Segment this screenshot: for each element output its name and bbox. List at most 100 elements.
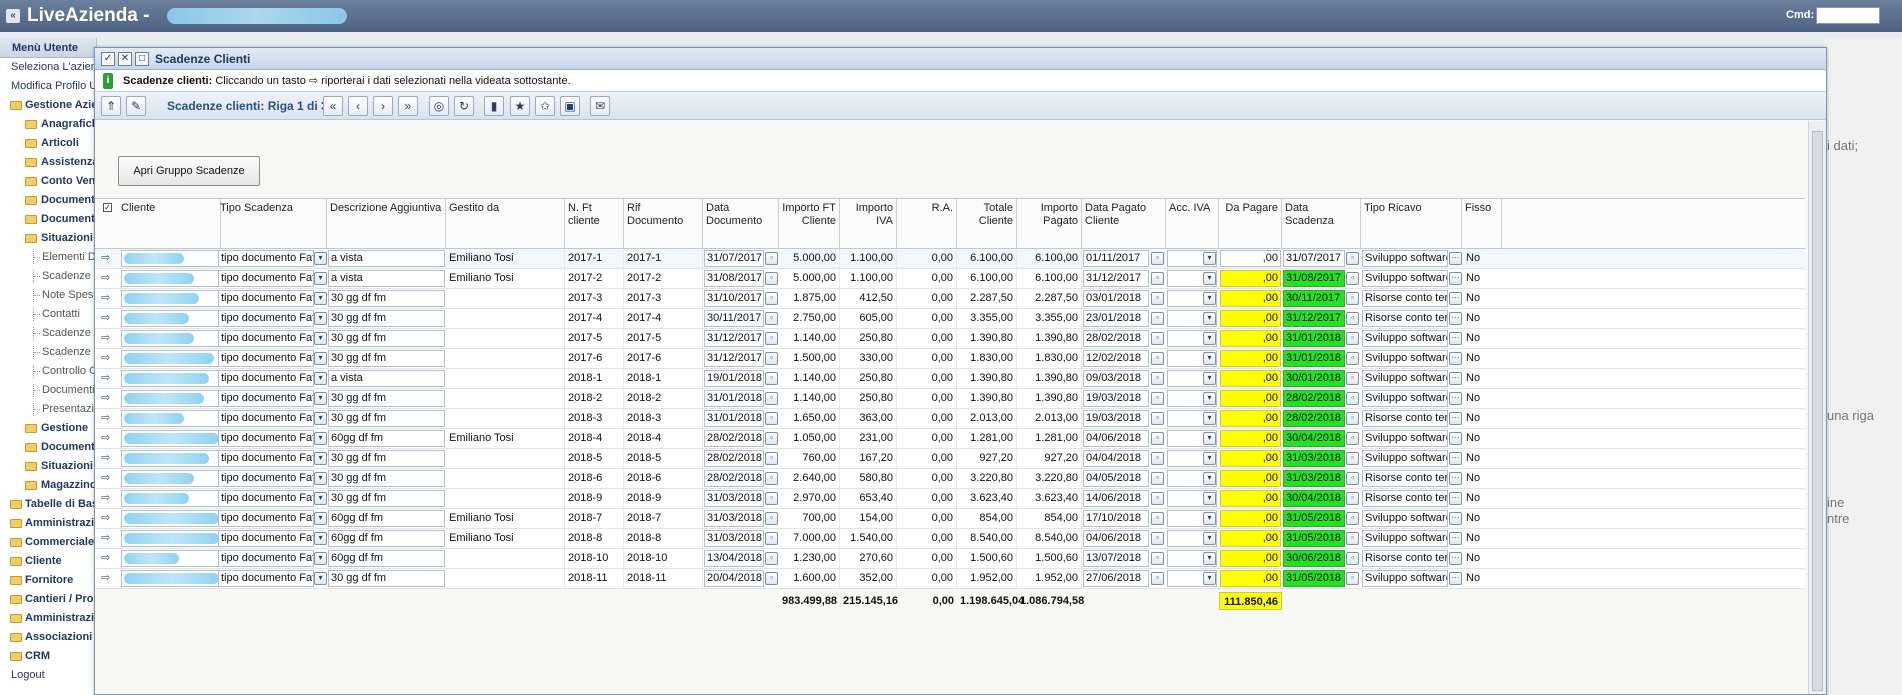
calendar-icon[interactable]: ▫	[1151, 252, 1164, 265]
select-row-arrow-icon[interactable]: ⇨	[101, 353, 110, 364]
tipo-ricavo-field[interactable]: Risorse conto terzi	[1362, 310, 1448, 327]
edit-pencil-icon[interactable]: ✎	[126, 96, 146, 116]
tipo-ricavo-field[interactable]: Sviluppo software clie	[1362, 390, 1448, 407]
previous-record-icon[interactable]: ‹	[348, 96, 368, 116]
descrizione-field[interactable]: 60gg df fm	[328, 550, 445, 567]
sidebar-item[interactable]: Scadenze Clienti	[0, 267, 96, 286]
calendar-icon[interactable]: ▫	[1151, 572, 1164, 585]
column-header-ricavo[interactable]: Tipo Ricavo	[1361, 199, 1462, 248]
refresh-icon[interactable]: ↻	[454, 96, 474, 116]
select-row-arrow-icon[interactable]: ⇨	[101, 433, 110, 444]
calendar-icon[interactable]: ▫	[765, 492, 778, 505]
calendar-icon[interactable]: ▫	[765, 412, 778, 425]
calendar-icon[interactable]: ▫	[1346, 292, 1359, 305]
descrizione-field[interactable]: a vista	[328, 270, 445, 287]
chevron-down-icon[interactable]: ▾	[314, 512, 327, 525]
calendar-icon[interactable]: ▫	[1151, 532, 1164, 545]
column-header-ra[interactable]: R.A.	[897, 199, 957, 248]
chevron-down-icon[interactable]: ▾	[1203, 332, 1216, 345]
data-pagato-field[interactable]: 19/03/2018	[1083, 410, 1149, 427]
data-pagato-field[interactable]: 14/06/2018	[1083, 490, 1149, 507]
data-scadenza-field[interactable]: 31/01/2018	[1283, 330, 1345, 347]
chevron-down-icon[interactable]: ▾	[1203, 552, 1216, 565]
tipo-scadenza-select[interactable]: tipo documento Fattura	[218, 430, 314, 447]
calendar-icon[interactable]: ▫	[1346, 432, 1359, 445]
calendar-icon[interactable]: ▫	[1151, 452, 1164, 465]
table-row[interactable]: ⇨···tipo documento Fattura▾30 gg df fm20…	[95, 469, 1805, 489]
data-documento-field[interactable]: 20/04/2018	[704, 570, 764, 587]
data-documento-field[interactable]: 31/08/2017	[704, 270, 764, 287]
data-scadenza-field[interactable]: 30/01/2018	[1283, 370, 1345, 387]
ricavo-lookup-icon[interactable]: ···	[1449, 552, 1462, 565]
data-pagato-field[interactable]: 03/01/2018	[1083, 290, 1149, 307]
table-row[interactable]: ⇨···tipo documento Fattura▾60gg df fmEmi…	[95, 529, 1805, 549]
data-pagato-field[interactable]: 19/03/2018	[1083, 390, 1149, 407]
chevron-down-icon[interactable]: ▾	[314, 252, 327, 265]
sidebar-item[interactable]: Tabelle di Base	[0, 495, 96, 514]
descrizione-field[interactable]: a vista	[328, 370, 445, 387]
table-row[interactable]: ⇨···tipo documento Fattura▾a vista2018-1…	[95, 369, 1805, 389]
calendar-icon[interactable]: ▫	[1346, 452, 1359, 465]
calendar-icon[interactable]: ▫	[765, 532, 778, 545]
cliente-field[interactable]	[121, 530, 229, 547]
cliente-field[interactable]	[121, 250, 229, 267]
descrizione-field[interactable]: a vista	[328, 250, 445, 267]
data-scadenza-field[interactable]: 28/02/2018	[1283, 390, 1345, 407]
descrizione-field[interactable]: 30 gg df fm	[328, 350, 445, 367]
select-row-arrow-icon[interactable]: ⇨	[101, 553, 110, 564]
ricavo-lookup-icon[interactable]: ···	[1449, 272, 1462, 285]
data-pagato-field[interactable]: 31/12/2017	[1083, 270, 1149, 287]
chevron-down-icon[interactable]: ▾	[314, 532, 327, 545]
calendar-icon[interactable]: ▫	[765, 552, 778, 565]
data-pagato-field[interactable]: 23/01/2018	[1083, 310, 1149, 327]
cliente-field[interactable]	[121, 390, 229, 407]
trash-icon[interactable]: ▮	[484, 96, 504, 116]
column-header-desc[interactable]: Descrizione Aggiuntiva	[327, 199, 446, 248]
calendar-icon[interactable]: ▫	[765, 572, 778, 585]
sidebar-item[interactable]: Amministrazione	[0, 609, 96, 628]
calendar-icon[interactable]: ▫	[765, 392, 778, 405]
calendar-icon[interactable]: ▫	[1346, 252, 1359, 265]
calendar-icon[interactable]: ▫	[1346, 472, 1359, 485]
column-header-imp-ft[interactable]: Importo FT Cliente	[779, 199, 840, 248]
tipo-scadenza-select[interactable]: tipo documento Fattura	[218, 450, 314, 467]
sidebar-item[interactable]: Elementi Dati	[0, 248, 96, 267]
collapse-menu-icon[interactable]: «	[6, 9, 20, 23]
column-header-data-scad[interactable]: Data Scadenza	[1282, 199, 1361, 248]
tipo-scadenza-select[interactable]: tipo documento Fattura	[218, 310, 314, 327]
tipo-ricavo-field[interactable]: Risorse conto terzi	[1362, 490, 1448, 507]
table-row[interactable]: ⇨···tipo documento Fattura▾a vistaEmilia…	[95, 249, 1805, 269]
chevron-down-icon[interactable]: ▾	[1203, 432, 1216, 445]
select-row-arrow-icon[interactable]: ⇨	[101, 333, 110, 344]
data-scadenza-field[interactable]: 30/06/2018	[1283, 550, 1345, 567]
select-row-arrow-icon[interactable]: ⇨	[101, 393, 110, 404]
da-pagare-field[interactable]: ,00	[1220, 290, 1281, 307]
table-row[interactable]: ⇨···tipo documento Fattura▾30 gg df fm20…	[95, 449, 1805, 469]
calendar-icon[interactable]: ▫	[765, 512, 778, 525]
data-pagato-field[interactable]: 13/07/2018	[1083, 550, 1149, 567]
table-row[interactable]: ⇨···tipo documento Fattura▾a vistaEmilia…	[95, 269, 1805, 289]
tipo-ricavo-field[interactable]: Risorse conto terzi	[1362, 290, 1448, 307]
sidebar-item[interactable]: Magazzino	[0, 476, 96, 495]
calendar-icon[interactable]: ▫	[1151, 372, 1164, 385]
chevron-down-icon[interactable]: ▾	[1203, 312, 1216, 325]
column-header-data-pag[interactable]: Data Pagato Cliente	[1082, 199, 1166, 248]
tipo-ricavo-field[interactable]: Risorse conto terzi	[1362, 410, 1448, 427]
chevron-down-icon[interactable]: ▾	[314, 392, 327, 405]
data-documento-field[interactable]: 31/12/2017	[704, 330, 764, 347]
cliente-field[interactable]	[121, 510, 229, 527]
chevron-down-icon[interactable]: ▾	[1203, 532, 1216, 545]
tipo-ricavo-field[interactable]: Sviluppo software clie	[1362, 530, 1448, 547]
calendar-icon[interactable]: ▫	[1346, 572, 1359, 585]
data-documento-field[interactable]: 31/03/2018	[704, 530, 764, 547]
chevron-down-icon[interactable]: ▾	[314, 272, 327, 285]
chevron-down-icon[interactable]: ▾	[314, 332, 327, 345]
cliente-field[interactable]	[121, 370, 229, 387]
descrizione-field[interactable]: 60gg df fm	[328, 530, 445, 547]
sidebar-item[interactable]: Modifica Profilo Utente	[0, 77, 96, 96]
ricavo-lookup-icon[interactable]: ···	[1449, 432, 1462, 445]
chevron-down-icon[interactable]: ▾	[314, 432, 327, 445]
data-documento-field[interactable]: 31/01/2018	[704, 390, 764, 407]
ricavo-lookup-icon[interactable]: ···	[1449, 572, 1462, 585]
da-pagare-field[interactable]: ,00	[1220, 510, 1281, 527]
